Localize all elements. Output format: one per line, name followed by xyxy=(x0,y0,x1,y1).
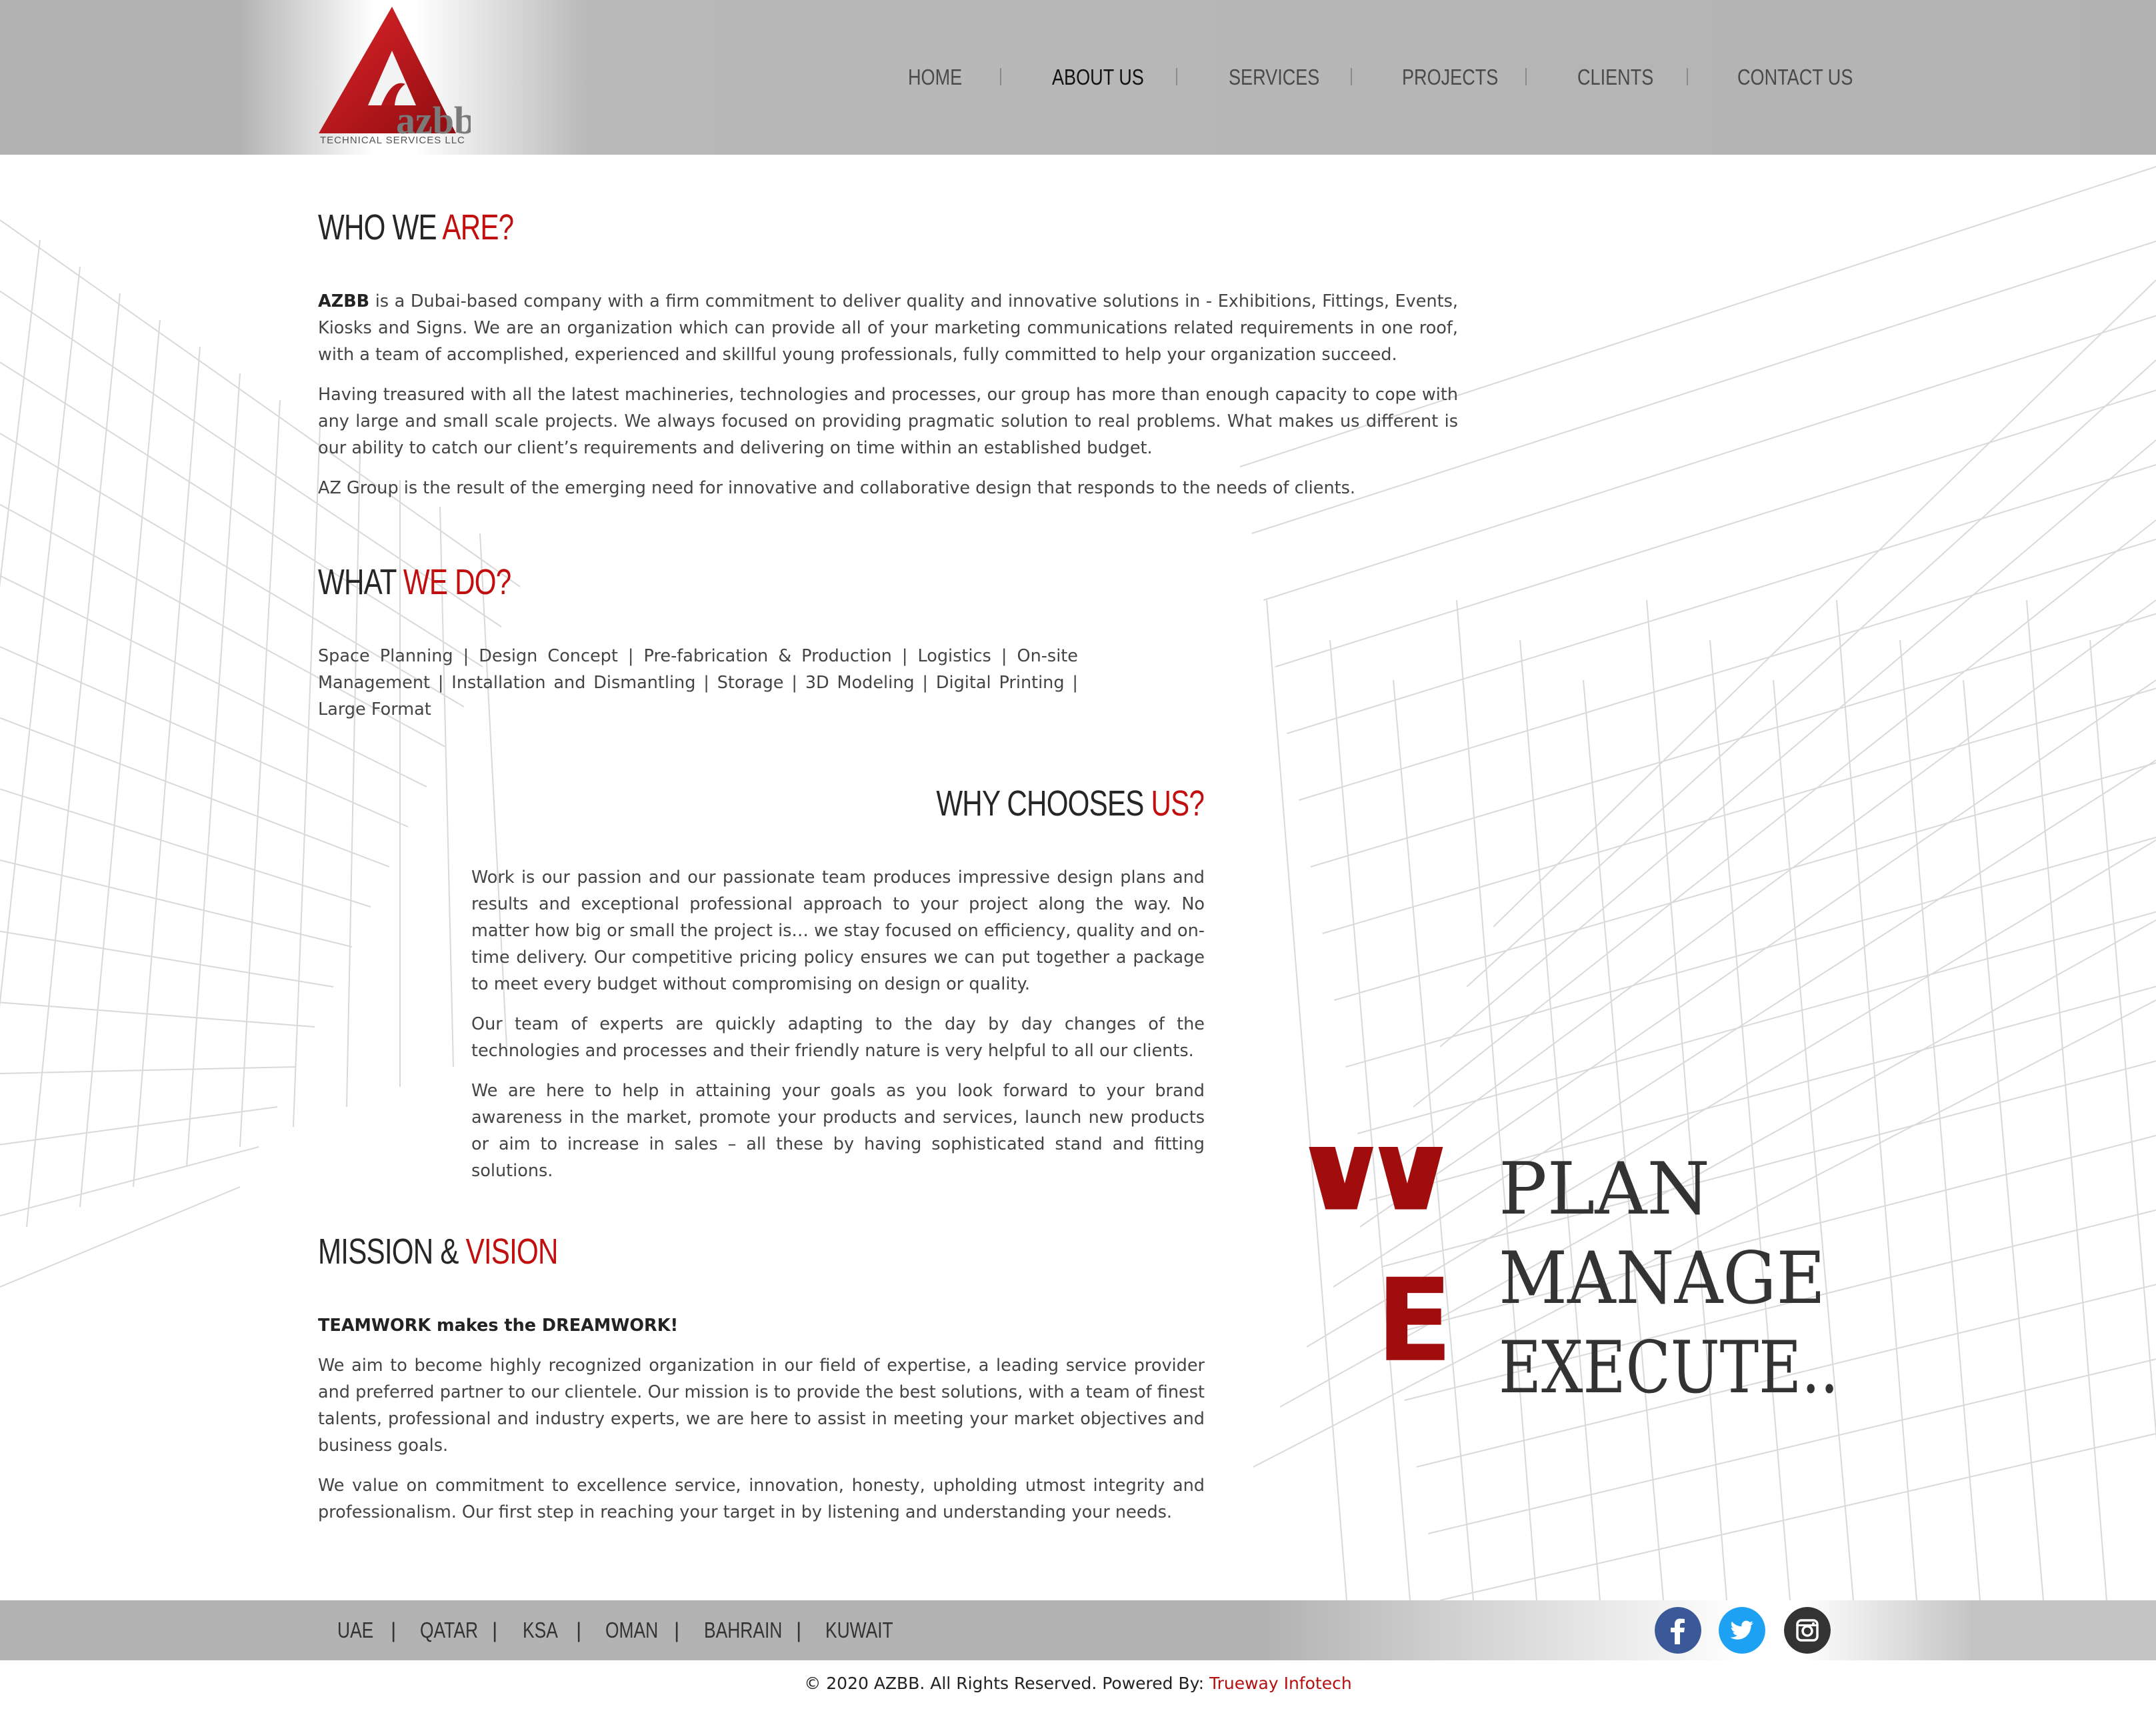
nav-home[interactable]: HOME xyxy=(908,59,962,96)
we-line-execute: EXECUTE.. xyxy=(1499,1326,1839,1410)
we-line-plan: PLAN xyxy=(1499,1148,1710,1231)
nav-services[interactable]: SERVICES xyxy=(1229,59,1319,96)
who-paragraph-1: AZBB is a Dubai-based company with a fir… xyxy=(318,291,1458,365)
we-letter-w: W xyxy=(1300,1147,1456,1240)
country-link-bahrain[interactable]: BAHRAIN xyxy=(704,1614,782,1647)
copyright: © 2020 AZBB. All Rights Reserved. Powere… xyxy=(0,1674,2156,1693)
country-separator: | xyxy=(391,1618,397,1642)
why-paragraph-2: Our team of experts are quickly adapting… xyxy=(471,1014,1205,1061)
country-link-uae[interactable]: UAE xyxy=(337,1614,373,1647)
who-we-are-heading: WHO WE ARE? xyxy=(318,207,514,247)
nav-contact-us[interactable]: CONTACT US xyxy=(1737,59,1853,96)
country-link-oman[interactable]: OMAN xyxy=(605,1614,658,1647)
services-list: Space Planning | Design Concept | Pre-fa… xyxy=(318,646,1078,719)
country-separator: | xyxy=(796,1618,802,1642)
site-header: azbb TECHNICAL SERVICES LLC HOME ABOUT U… xyxy=(0,0,2156,155)
country-separator: | xyxy=(576,1618,582,1642)
main-nav: HOME ABOUT US SERVICES PROJECTS CLIENTS … xyxy=(0,59,2156,96)
powered-by-link[interactable]: Trueway Infotech xyxy=(1209,1674,1352,1693)
who-paragraph-3: AZ Group is the result of the emerging n… xyxy=(318,478,1356,498)
why-choose-us-heading: WHY CHOOSES US? xyxy=(936,783,1205,823)
site-footer: UAE | QATAR | KSA | OMAN | BAHRAIN | KUW… xyxy=(0,1600,2156,1660)
company-name: AZBB xyxy=(318,291,370,311)
nav-projects[interactable]: PROJECTS xyxy=(1402,59,1498,96)
we-line-manage: MANAGE xyxy=(1499,1237,1825,1320)
facebook-icon[interactable] xyxy=(1655,1607,1701,1654)
country-separator: | xyxy=(492,1618,498,1642)
mission-tagline: TEAMWORK makes the DREAMWORK! xyxy=(318,1316,679,1336)
nav-divider xyxy=(1176,68,1177,85)
nav-clients[interactable]: CLIENTS xyxy=(1577,59,1653,96)
who-paragraph-2: Having treasured with all the latest mac… xyxy=(318,385,1458,458)
nav-about-us[interactable]: ABOUT US xyxy=(1052,59,1144,96)
what-we-do-heading: WHAT WE DO? xyxy=(318,562,511,602)
country-separator: | xyxy=(674,1618,680,1642)
mission-paragraph-1: We aim to become highly recognized organ… xyxy=(318,1356,1205,1456)
instagram-icon[interactable] xyxy=(1784,1607,1831,1654)
nav-divider xyxy=(1525,68,1527,85)
country-link-kuwait[interactable]: KUWAIT xyxy=(825,1614,893,1647)
why-paragraph-1: Work is our passion and our passionate t… xyxy=(471,868,1205,994)
logo-subtitle: TECHNICAL SERVICES LLC xyxy=(320,135,465,146)
nav-divider xyxy=(1351,68,1352,85)
twitter-icon[interactable] xyxy=(1719,1607,1765,1654)
we-letter-e: E xyxy=(1376,1254,1453,1388)
why-paragraph-3: We are here to help in attaining your go… xyxy=(471,1081,1205,1181)
nav-divider xyxy=(1687,68,1688,85)
mission-vision-heading: MISSION & VISION xyxy=(318,1232,558,1272)
mission-paragraph-2: We value on commitment to excellence ser… xyxy=(318,1476,1205,1522)
nav-divider xyxy=(1000,68,1001,85)
country-link-qatar[interactable]: QATAR xyxy=(420,1614,478,1647)
copyright-text: © 2020 AZBB. All Rights Reserved. Powere… xyxy=(804,1674,1209,1693)
country-link-ksa[interactable]: KSA xyxy=(523,1614,558,1647)
we-plan-manage-execute-graphic: W E PLAN MANAGE EXECUTE.. xyxy=(1300,1147,1839,1410)
